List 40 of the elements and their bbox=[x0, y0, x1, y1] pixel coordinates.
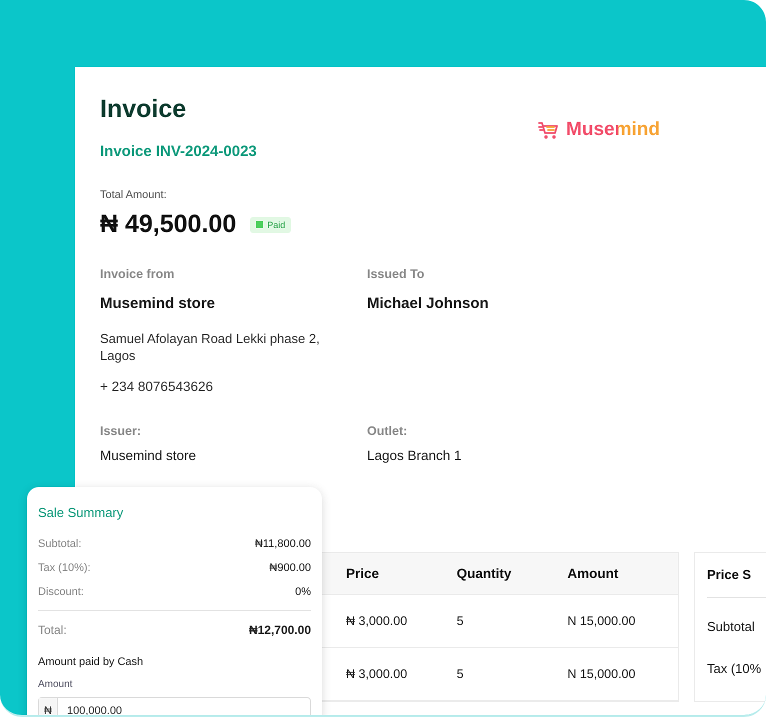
summary-value: ₦900.00 bbox=[269, 562, 311, 574]
invoice-number: Invoice INV-2024-0023 bbox=[100, 143, 257, 160]
table-cell-text: ₦ 3,000.00 bbox=[346, 614, 408, 628]
total-amount: ₦ 49,500.00 bbox=[100, 210, 236, 239]
party-name: Musemind store bbox=[100, 295, 216, 312]
detail-value: Musemind store bbox=[100, 448, 198, 463]
summary-label: Discount: bbox=[38, 586, 84, 598]
card-title: Sale Summary bbox=[38, 505, 124, 520]
column-header: Quantity bbox=[456, 566, 512, 581]
total-label: Total Amount: bbox=[100, 189, 168, 201]
summary-label: Tax (10% bbox=[707, 660, 762, 678]
field-label: Amount bbox=[38, 679, 74, 690]
status-badge: Paid bbox=[250, 216, 292, 232]
detail-value: Lagos Branch 1 bbox=[367, 448, 463, 463]
total-value: ₦12,700.00 bbox=[248, 623, 311, 637]
column-header: Amount bbox=[567, 566, 620, 581]
cart-icon bbox=[538, 120, 560, 140]
table-cell-text: 5 bbox=[456, 614, 465, 628]
detail-label: Issuer: bbox=[100, 424, 142, 438]
total-label: Total: bbox=[38, 623, 67, 637]
summary-value: 0% bbox=[295, 586, 311, 598]
detail-label: Outlet: bbox=[367, 424, 408, 438]
column-header: Price bbox=[346, 566, 380, 581]
invoice-title: Invoice bbox=[100, 95, 188, 124]
currency-prefix: ₦ bbox=[39, 698, 58, 715]
table-cell-text: N 15,000.00 bbox=[567, 667, 636, 681]
table-cell-text: N 15,000.00 bbox=[567, 614, 636, 628]
address-text: Samuel Afolayan Road Lekki phase 2, Lagos bbox=[100, 330, 321, 364]
table-cell-text: ₦ 3,000.00 bbox=[346, 667, 408, 681]
panel-title: Price S bbox=[707, 553, 766, 598]
phone-number: + 234 8076543626 bbox=[100, 379, 214, 394]
party-label: Issued To bbox=[367, 267, 426, 281]
party-name: Michael Johnson bbox=[367, 295, 490, 312]
party-label: Invoice from bbox=[100, 267, 176, 281]
table-cell-text: 5 bbox=[456, 667, 465, 681]
summary-value: ₦11,800.00 bbox=[254, 538, 311, 550]
summary-label: Subtotal: bbox=[38, 538, 82, 550]
summary-label: Subtotal bbox=[707, 618, 756, 636]
summary-label: Tax (10%): bbox=[38, 562, 91, 574]
payment-title: Amount paid by Cash bbox=[38, 656, 144, 668]
